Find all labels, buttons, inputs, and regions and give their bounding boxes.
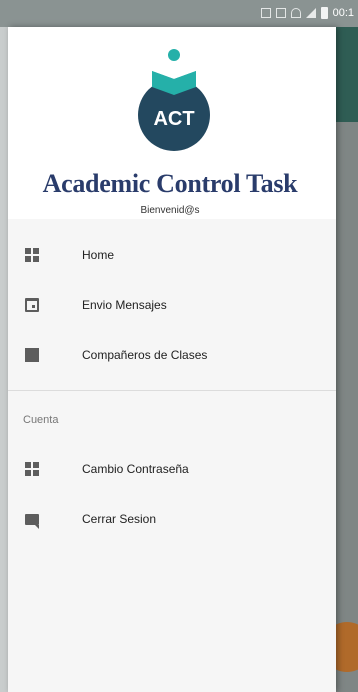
nav-item-cambio-contrasena[interactable]: Cambio Contraseña (8, 449, 336, 489)
navigation-drawer: ACT Academic Control Task Bienvenid@s Ho… (8, 27, 336, 692)
square-icon (25, 348, 39, 362)
signal-icon (305, 8, 316, 18)
nav-item-home[interactable]: Home (8, 235, 336, 275)
nav-item-label: Cambio Contraseña (82, 462, 189, 476)
welcome-text: Bienvenid@s (140, 205, 200, 216)
status-time: 00:1 (332, 7, 354, 19)
dimmed-app-toolbar (336, 27, 358, 122)
mute-icon (260, 8, 271, 18)
calendar-icon (25, 298, 39, 312)
logo-text: ACT (153, 108, 194, 130)
wifi-icon (290, 8, 301, 18)
nav-item-label: Envio Mensajes (82, 298, 167, 312)
nav-item-label: Compañeros de Clases (82, 348, 208, 362)
section-title: Cuenta (23, 414, 59, 426)
dashboard-icon (25, 248, 39, 262)
battery-icon (320, 7, 328, 19)
nav-item-cerrar-sesion[interactable]: Cerrar Sesion (8, 499, 336, 539)
nav-item-label: Home (82, 248, 115, 262)
device-screen: 00:1 ACT Academic Control Task Bienvenid… (0, 0, 358, 692)
status-bar: 00:1 (0, 0, 358, 27)
chat-icon (25, 513, 39, 529)
nfc-icon (275, 8, 286, 18)
act-logo: ACT (138, 49, 210, 151)
app-title: Academic Control Task (42, 169, 298, 198)
dimmed-app-content[interactable] (336, 27, 358, 692)
section-divider (8, 390, 336, 391)
status-icons: 00:1 (260, 5, 354, 21)
drawer-header: ACT Academic Control Task Bienvenid@s (8, 27, 336, 219)
nav-item-envio-mensajes[interactable]: Envio Mensajes (8, 285, 336, 325)
dashboard-icon (25, 462, 39, 476)
nav-item-label: Cerrar Sesion (82, 512, 157, 526)
nav-item-companeros[interactable]: Compañeros de Clases (8, 335, 336, 375)
